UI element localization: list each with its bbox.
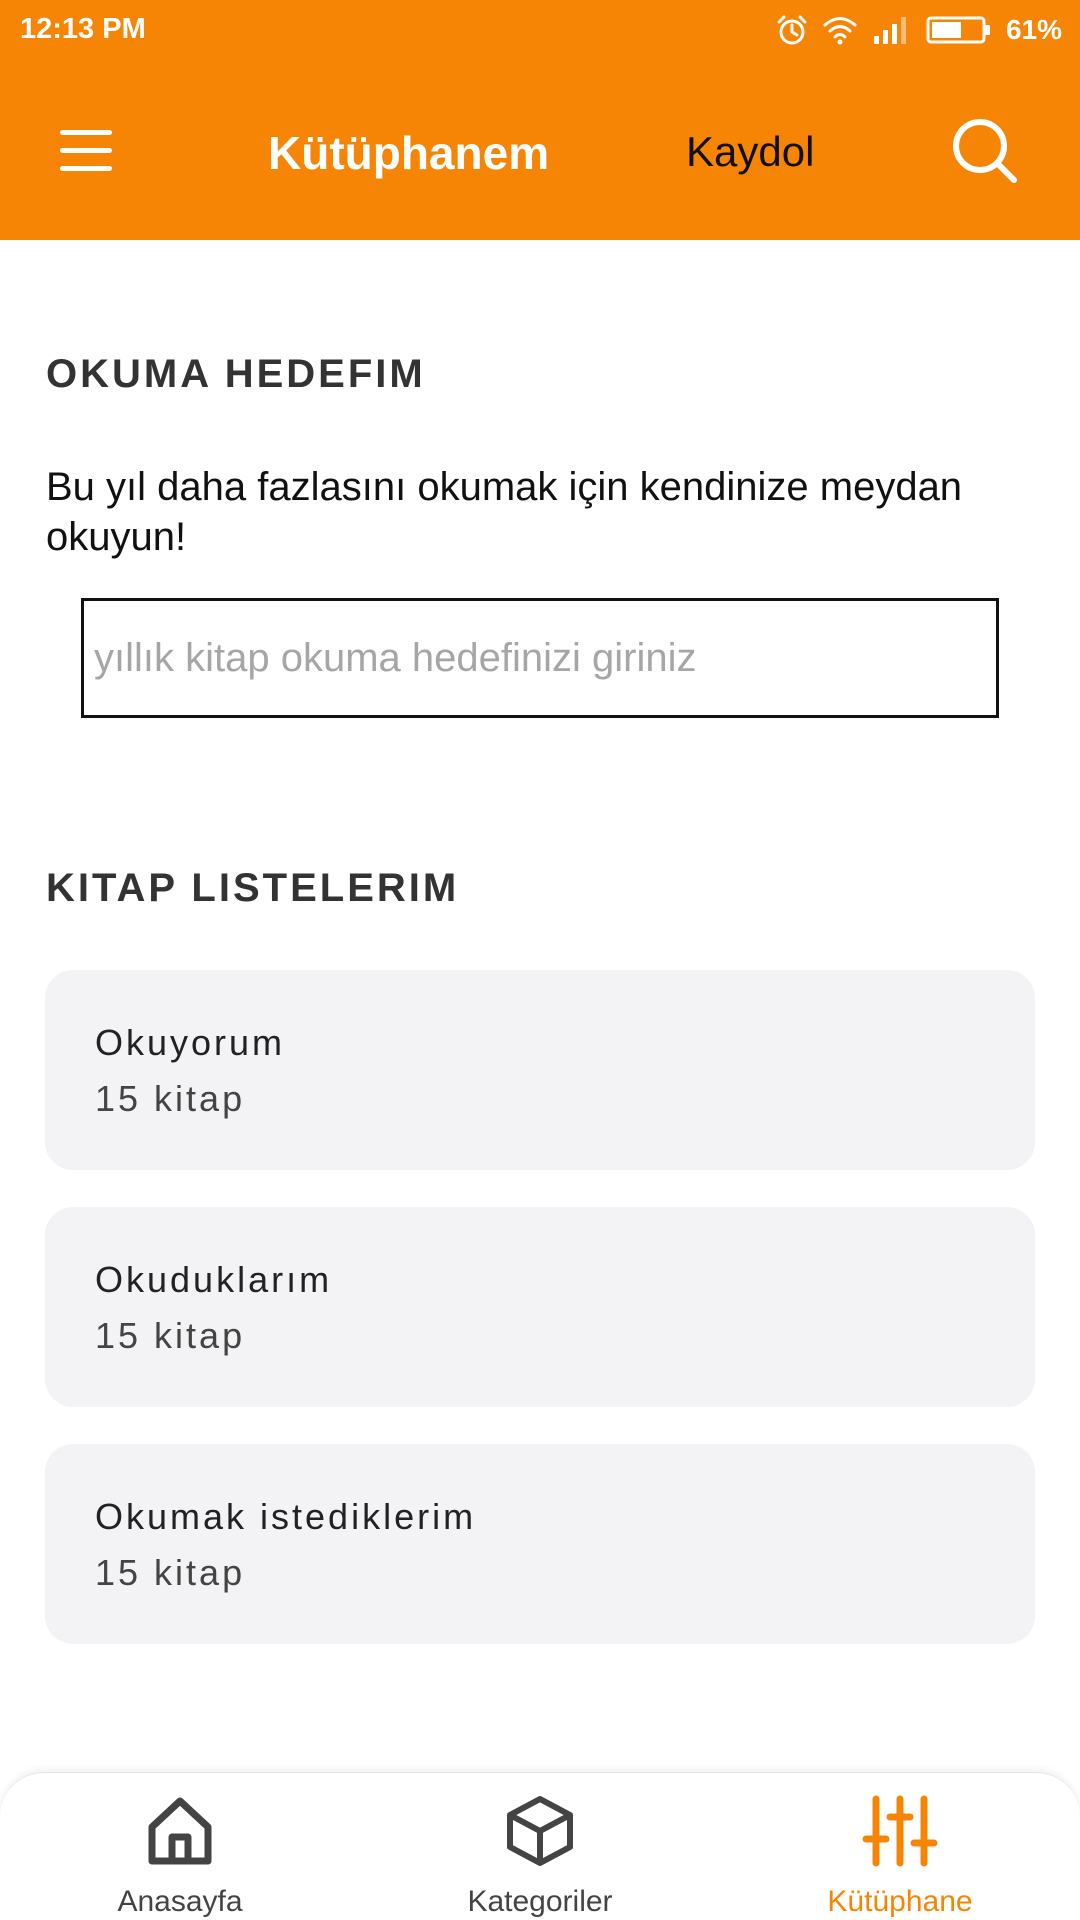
nav-item-categories[interactable]: Kategoriler — [390, 1773, 690, 1920]
menu-button[interactable] — [50, 122, 120, 178]
list-item-name: Okuyorum — [95, 1022, 286, 1063]
page-title: Kütüphanem — [268, 127, 550, 179]
wifi-icon — [822, 14, 858, 46]
reading-goal-title: OKUMA HEDEFIM — [46, 352, 426, 396]
search-icon — [953, 119, 1017, 183]
list-item-name: Okumak istediklerim — [95, 1496, 477, 1537]
app-header: 12:13 PM 61% Kütüphanem Kaydol — [0, 0, 1080, 240]
menu-icon-bar — [60, 166, 112, 171]
book-lists-title: KITAP LISTELERIM — [46, 866, 460, 910]
status-bar: 12:13 PM 61% — [0, 0, 1080, 60]
battery-percent: 61% — [1005, 14, 1062, 45]
sliders-icon — [862, 1795, 938, 1867]
nav-item-home[interactable]: Anasayfa — [30, 1773, 330, 1920]
signal-icon — [872, 14, 912, 46]
battery-icon — [926, 15, 992, 45]
list-item-count: 15 kitap — [95, 1078, 246, 1119]
list-item-count: 15 kitap — [95, 1552, 246, 1593]
list-item-reading[interactable]: Okuyorum 15 kitap — [45, 970, 1035, 1170]
register-button[interactable]: Kaydol — [686, 128, 814, 176]
bottom-navigation: Anasayfa Kategoriler Kütüphane — [0, 1772, 1080, 1920]
list-item-name: Okuduklarım — [95, 1259, 333, 1300]
status-icons: 61% — [776, 12, 1062, 48]
list-item-count: 15 kitap — [95, 1315, 246, 1356]
search-button[interactable] — [950, 116, 1020, 186]
list-item-want-to-read[interactable]: Okumak istediklerim 15 kitap — [45, 1444, 1035, 1644]
nav-label: Anasayfa — [117, 1885, 243, 1918]
toolbar: Kütüphanem Kaydol — [0, 60, 1080, 240]
nav-label: Kategoriler — [467, 1885, 613, 1918]
nav-item-library[interactable]: Kütüphane — [750, 1773, 1050, 1920]
nav-label: Kütüphane — [827, 1885, 973, 1918]
list-item-read[interactable]: Okuduklarım 15 kitap — [45, 1207, 1035, 1407]
alarm-icon — [776, 14, 808, 46]
status-time: 12:13 PM — [20, 13, 146, 45]
cube-icon — [507, 1796, 573, 1866]
app-screen: 12:13 PM 61% Kütüphanem Kaydol OKUMA HED… — [0, 0, 1080, 1920]
reading-goal-description: Bu yıl daha fazlasını okumak için kendin… — [46, 465, 963, 559]
menu-icon — [60, 130, 112, 135]
reading-goal-input[interactable] — [81, 598, 999, 718]
home-icon — [148, 1797, 212, 1865]
menu-icon-bar — [60, 148, 112, 153]
